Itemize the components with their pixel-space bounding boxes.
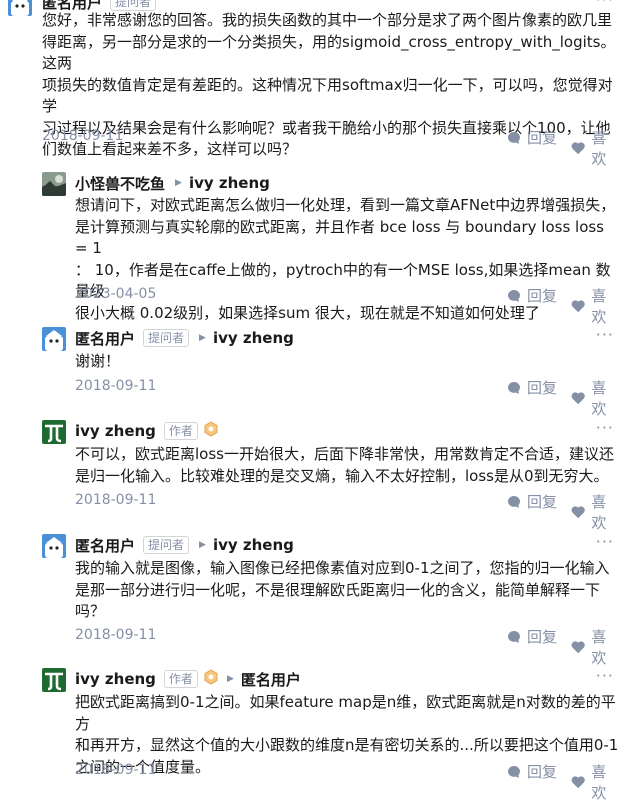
reply-icon [508,495,520,508]
anonymous-avatar[interactable] [42,327,66,351]
author-avatar[interactable] [42,420,66,444]
comment-author[interactable]: 小怪兽不吃鱼 [75,173,165,194]
comment-date: 2018-09-11 [75,627,157,643]
reply-arrow-icon: ▶ [226,674,234,684]
author-badge: 作者 [163,422,198,440]
like-button[interactable]: 喜欢 [571,285,620,327]
author-badge: 作者 [163,670,198,688]
medal-icon [203,421,219,441]
comment-date: 2018-09-11 [75,492,157,508]
more-options-icon[interactable]: ··· [596,418,614,437]
like-button[interactable]: 喜欢 [571,626,620,668]
comment-date: 2023-04-05 [75,286,157,302]
reply-icon [508,381,520,394]
reply-icon [508,630,520,643]
reply-arrow-icon: ▶ [199,540,206,550]
comment-date: 2018-09-11 [42,128,124,144]
more-options-icon[interactable]: ··· [596,666,614,685]
reply-icon [508,131,520,144]
asker-badge: 提问者 [143,536,190,554]
author-avatar[interactable] [42,668,66,692]
comment-author[interactable]: 匿名用户 [75,328,135,349]
reply-to-user[interactable]: 匿名用户 [241,669,301,690]
comment-content: 不可以，欧式距离loss一开始很大，后面下降非常快，用常数肯定不合适，建议还 是… [75,445,614,485]
reply-arrow-icon: ▶ [175,178,182,188]
like-button[interactable]: 喜欢 [571,491,620,533]
like-button[interactable]: 喜欢 [571,377,620,419]
heart-icon [571,776,585,789]
reply-icon [508,289,520,302]
reply-arrow-icon: ▶ [199,333,206,343]
reply-button[interactable]: 回复 [507,491,557,512]
reply-button[interactable]: 回复 [507,626,557,647]
heart-icon [571,300,585,313]
heart-icon [571,392,585,405]
reply-button[interactable]: 回复 [507,285,557,306]
comment-date: 2018-09-11 [75,378,157,394]
more-options-icon[interactable]: ··· [596,532,614,551]
comment-content: 我的输入就是图像，输入图像已经把像素值对应到0-1之间了，您指的归一化输入 是那… [75,559,610,620]
reply-to-user[interactable]: ivy zheng [189,174,270,192]
anonymous-avatar[interactable] [42,534,66,558]
more-options-icon[interactable]: ··· [596,325,614,344]
medal-icon [203,669,219,689]
reply-to-user[interactable]: ivy zheng [213,536,294,554]
comment-author[interactable]: ivy zheng [75,670,156,688]
comment-author[interactable]: ivy zheng [75,422,156,440]
reply-to-user[interactable]: ivy zheng [213,329,294,347]
comment-date: 2018-09-11 [75,762,157,778]
comment-content: 谢谢！ [75,352,121,370]
reply-button[interactable]: 回复 [507,127,557,148]
user-avatar[interactable] [42,172,66,196]
more-options-icon[interactable]: ··· [596,0,614,9]
anonymous-avatar[interactable] [8,0,32,16]
comment-author[interactable]: 匿名用户 [75,535,135,556]
asker-badge: 提问者 [143,329,190,347]
like-button[interactable]: 喜欢 [571,127,620,169]
heart-icon [571,506,585,519]
like-button[interactable]: 喜欢 [571,761,620,803]
heart-icon [571,641,585,654]
heart-icon [571,142,585,155]
reply-button[interactable]: 回复 [507,377,557,398]
